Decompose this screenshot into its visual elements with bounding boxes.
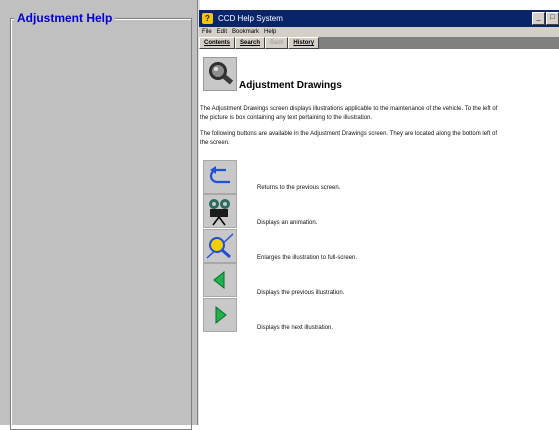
help-window: ? CCD Help System _ □ File Edit Bookmark… (199, 10, 559, 425)
enlarge-button-description: Enlarges the illustration to full-screen… (257, 255, 358, 261)
previous-button-description: Displays the previous illustration. (257, 290, 345, 296)
next-button-description: Displays the next illustration. (257, 325, 334, 331)
help-content: Adjustment Drawings The Adjustment Drawi… (199, 49, 559, 425)
menu-bookmark[interactable]: Bookmark (232, 29, 259, 35)
group-title: Adjustment Help (14, 11, 116, 25)
paragraph-1-line-1: The Adjustment Drawings screen displays … (200, 106, 498, 112)
menu-help[interactable]: Help (264, 29, 276, 35)
menu-file[interactable]: File (202, 29, 212, 35)
adjustment-help-group (10, 18, 192, 430)
paragraph-2-line-1: The following buttons are available in t… (200, 131, 498, 137)
magnifier-icon (203, 229, 237, 263)
menu-bar: File Edit Bookmark Help (199, 27, 559, 37)
minimize-button[interactable]: _ (532, 12, 545, 25)
film-camera-icon (203, 194, 237, 228)
maximize-button[interactable]: □ (546, 12, 559, 25)
title-bar[interactable]: ? CCD Help System _ □ (199, 10, 559, 27)
paragraph-1-line-2: the picture is box containing any text p… (200, 115, 373, 121)
history-button[interactable]: History (288, 37, 320, 49)
page-title: Adjustment Drawings (239, 80, 342, 91)
previous-arrow-icon (203, 263, 237, 297)
help-app-icon: ? (202, 13, 213, 24)
paragraph-2-line-2: the screen. (200, 140, 230, 146)
nav-toolbar: Contents Search Back History (199, 37, 559, 49)
adjustment-drawings-icon (203, 57, 237, 91)
back-button[interactable]: Back (265, 37, 289, 49)
return-arrow-icon (203, 160, 237, 194)
contents-button[interactable]: Contents (199, 37, 235, 49)
return-button-description: Returns to the previous screen. (257, 185, 341, 191)
next-arrow-icon (203, 298, 237, 332)
animation-button-description: Displays an animation. (257, 220, 318, 226)
search-button[interactable]: Search (235, 37, 266, 49)
left-panel: Adjustment Help (0, 0, 197, 430)
window-title: CCD Help System (218, 14, 283, 23)
menu-edit[interactable]: Edit (217, 29, 227, 35)
